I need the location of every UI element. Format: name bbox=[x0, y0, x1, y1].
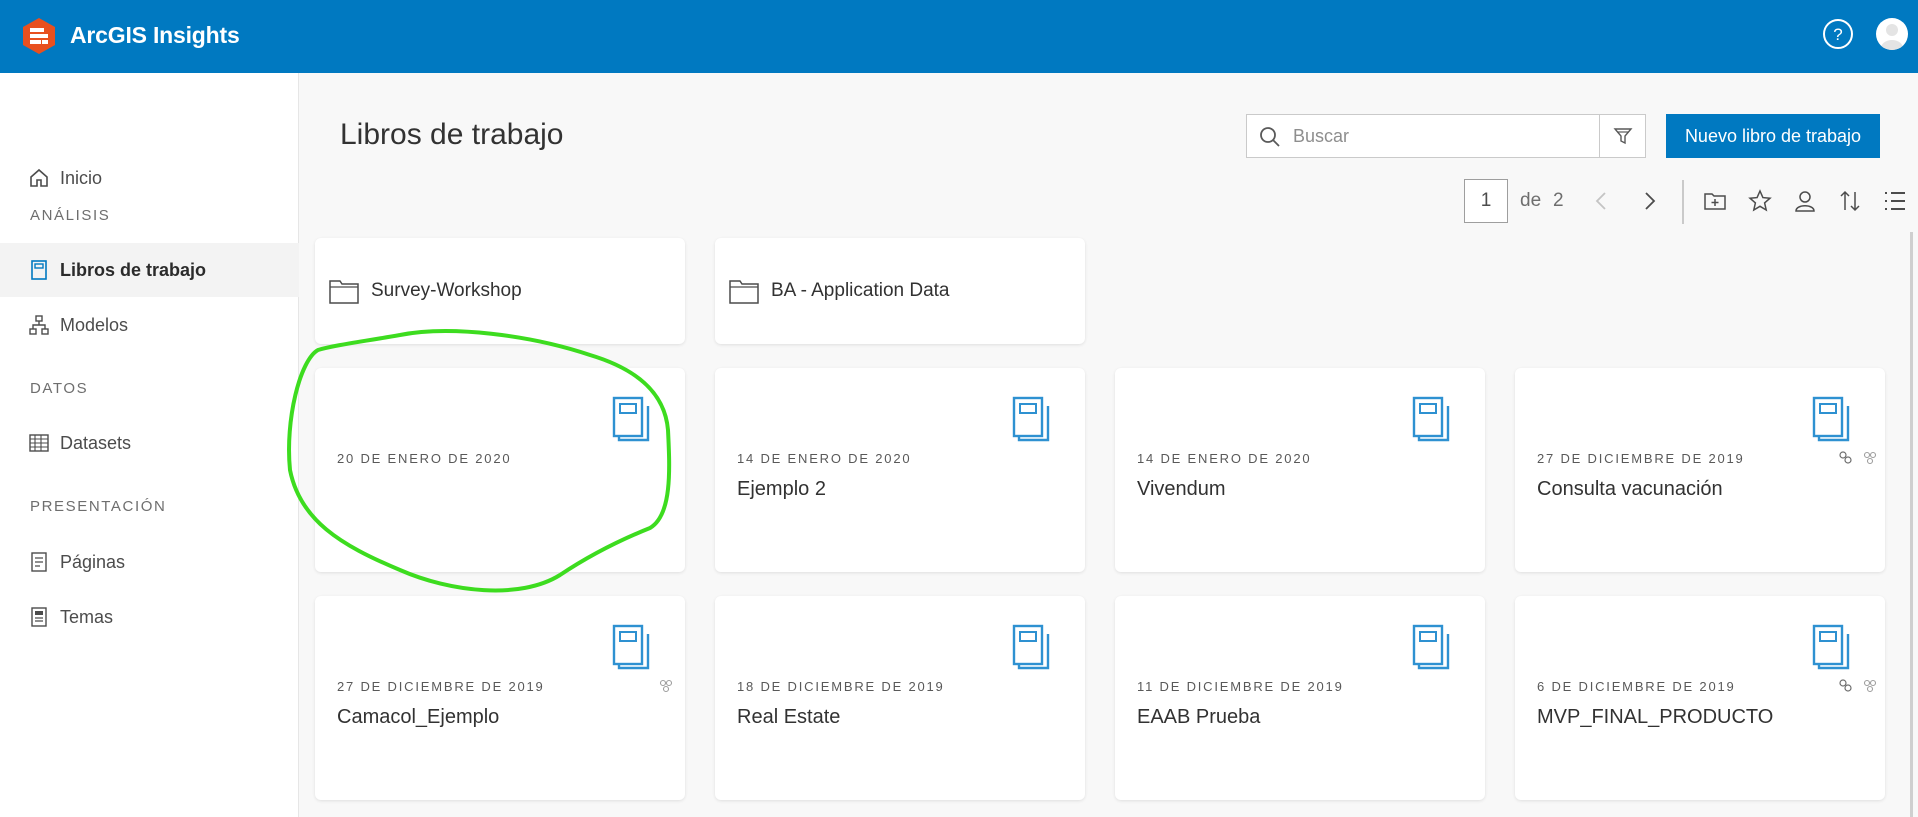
folder-icon bbox=[729, 280, 759, 304]
folder-card[interactable]: BA - Application Data bbox=[715, 238, 1085, 344]
sidebar-nav: Inicio ANÁLISIS Libros de trabajo Modelo… bbox=[0, 73, 299, 817]
pager-of-label: de bbox=[1520, 190, 1542, 211]
section-label-presentation: PRESENTACIÓN bbox=[30, 498, 167, 515]
workbook-book-icon bbox=[612, 396, 650, 442]
workbook-date: 14 DE ENERO DE 2020 bbox=[1137, 451, 1312, 466]
workbook-book-icon bbox=[1812, 624, 1850, 670]
sidebar-item-label: Modelos bbox=[60, 314, 129, 335]
sidebar-item-inicio[interactable]: Inicio bbox=[0, 151, 299, 205]
section-label-data: DATOS bbox=[30, 380, 89, 397]
workbook-title: Camacol_Ejemplo bbox=[337, 706, 500, 728]
page-number-input[interactable]: 1 bbox=[1464, 179, 1508, 223]
shared-users-icon bbox=[1839, 679, 1852, 692]
filter-icon bbox=[1612, 128, 1633, 145]
svg-text:?: ? bbox=[1833, 25, 1842, 44]
search-icon bbox=[1260, 127, 1280, 147]
workbook-card[interactable]: 14 DE ENERO DE 2020 Vivendum bbox=[1115, 368, 1485, 572]
sidebar-item-label: Libros de trabajo bbox=[60, 259, 207, 280]
chevron-left-icon[interactable] bbox=[1590, 189, 1614, 213]
pager-total: 2 bbox=[1553, 190, 1564, 211]
workbook-book-icon bbox=[1412, 396, 1450, 442]
app-title: ArcGIS Insights bbox=[70, 22, 240, 48]
shared-group-icon bbox=[659, 679, 673, 693]
workbook-card[interactable]: 18 DE DICIEMBRE DE 2019 Real Estate bbox=[715, 596, 1085, 800]
sidebar-item-datasets[interactable]: Datasets bbox=[0, 416, 299, 470]
folder-icon bbox=[329, 280, 359, 304]
workbook-title: Ejemplo 2 bbox=[737, 478, 826, 500]
model-icon bbox=[29, 315, 49, 335]
workbook-title: Consulta vacunación bbox=[1537, 478, 1723, 500]
sidebar-item-label: Temas bbox=[60, 606, 114, 627]
user-icon[interactable] bbox=[1793, 189, 1817, 213]
page-icon bbox=[31, 552, 47, 572]
workbook-date: 27 DE DICIEMBRE DE 2019 bbox=[337, 679, 545, 694]
folder-card[interactable]: Survey-Workshop bbox=[315, 238, 685, 344]
workbook-title: Vivendum bbox=[1137, 478, 1226, 500]
workbook-book-icon bbox=[1812, 396, 1850, 442]
workbook-book-icon bbox=[1012, 396, 1050, 442]
workbook-date: 18 DE DICIEMBRE DE 2019 bbox=[737, 679, 945, 694]
workbook-date: 20 DE ENERO DE 2020 bbox=[337, 451, 512, 466]
sidebar-item-workbooks[interactable]: Libros de trabajo bbox=[0, 243, 299, 297]
shared-users-icon bbox=[1839, 451, 1852, 464]
shared-group-icon bbox=[1863, 679, 1877, 693]
workbook-book-icon bbox=[612, 624, 650, 670]
theme-icon bbox=[31, 607, 47, 627]
chevron-right-icon[interactable] bbox=[1637, 189, 1661, 213]
workbook-card[interactable]: 14 DE ENERO DE 2020 Ejemplo 2 bbox=[715, 368, 1085, 572]
filter-button[interactable] bbox=[1599, 115, 1645, 157]
shared-group-icon bbox=[1863, 451, 1877, 465]
top-app-bar: ArcGIS Insights ? bbox=[0, 0, 1918, 73]
search-input[interactable] bbox=[1293, 115, 1593, 157]
page-title: Libros de trabajo bbox=[340, 118, 564, 151]
arcgis-insights-logo-icon[interactable] bbox=[20, 17, 58, 55]
workbook-date: 27 DE DICIEMBRE DE 2019 bbox=[1537, 451, 1745, 466]
sidebar-item-label: Datasets bbox=[60, 432, 132, 453]
workbook-icon bbox=[31, 260, 47, 280]
toolbar-divider bbox=[1682, 180, 1684, 224]
sidebar-item-pages[interactable]: Páginas bbox=[0, 535, 299, 589]
workbook-title: MVP_FINAL_PRODUCTO bbox=[1537, 706, 1774, 728]
workbook-card[interactable]: 20 DE ENERO DE 2020 bbox=[315, 368, 685, 572]
workbook-date: 14 DE ENERO DE 2020 bbox=[737, 451, 912, 466]
workbook-card[interactable]: 11 DE DICIEMBRE DE 2019 EAAB Prueba bbox=[1115, 596, 1485, 800]
table-icon bbox=[29, 434, 49, 452]
folder-name: Survey-Workshop bbox=[371, 280, 522, 301]
add-folder-icon[interactable] bbox=[1703, 189, 1727, 213]
sidebar-item-models[interactable]: Modelos bbox=[0, 298, 299, 352]
workbook-card[interactable]: 6 DE DICIEMBRE DE 2019 MVP_FINAL_PRODUCT… bbox=[1515, 596, 1885, 800]
sidebar-item-themes[interactable]: Temas bbox=[0, 590, 299, 644]
sort-icon[interactable] bbox=[1838, 189, 1862, 213]
star-icon[interactable] bbox=[1748, 189, 1772, 213]
section-label-analysis: ANÁLISIS bbox=[30, 207, 111, 224]
user-avatar-icon[interactable] bbox=[1876, 18, 1908, 50]
new-workbook-button[interactable]: Nuevo libro de trabajo bbox=[1666, 114, 1880, 158]
workbook-card[interactable]: 27 DE DICIEMBRE DE 2019 Consulta vacunac… bbox=[1515, 368, 1885, 572]
workbook-book-icon bbox=[1412, 624, 1450, 670]
sidebar-item-label: Inicio bbox=[60, 167, 103, 188]
scrollbar[interactable] bbox=[1910, 232, 1913, 817]
folder-name: BA - Application Data bbox=[771, 280, 950, 301]
workbook-title: EAAB Prueba bbox=[1137, 706, 1261, 728]
workbook-date: 6 DE DICIEMBRE DE 2019 bbox=[1537, 679, 1736, 694]
help-circle-icon[interactable]: ? bbox=[1822, 18, 1854, 50]
workbook-date: 11 DE DICIEMBRE DE 2019 bbox=[1137, 679, 1344, 694]
workbook-card[interactable]: 27 DE DICIEMBRE DE 2019 Camacol_Ejemplo bbox=[315, 596, 685, 800]
workbook-title: Real Estate bbox=[737, 706, 841, 728]
search-box bbox=[1246, 114, 1646, 158]
sidebar-item-label: Páginas bbox=[60, 551, 126, 572]
workbook-book-icon bbox=[1012, 624, 1050, 670]
list-view-icon[interactable] bbox=[1883, 189, 1907, 213]
home-icon bbox=[30, 168, 48, 187]
